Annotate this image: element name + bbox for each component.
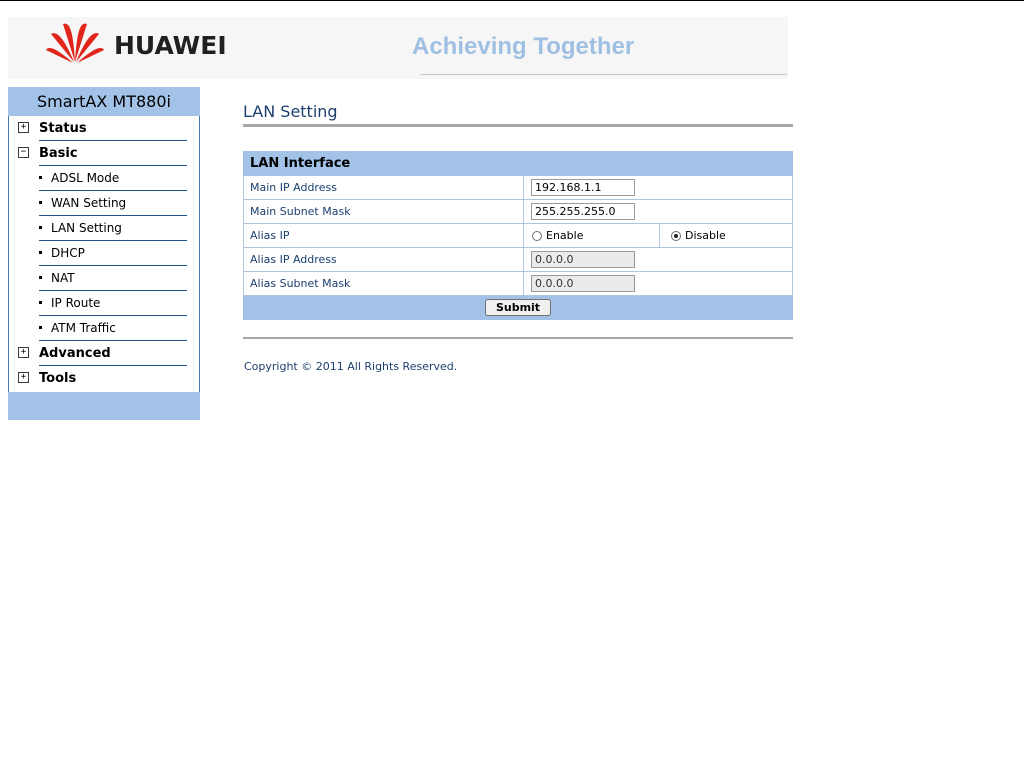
plus-box-icon[interactable]: + [18,347,29,358]
lan-interface-form: LAN Interface Main IP Address Main Subne… [243,151,793,320]
form-row-alias-ip: Alias IP Enable Disable [243,223,793,248]
radio-enable-label: Enable [546,229,584,242]
main-ip-address-input[interactable] [531,179,635,196]
bullet-icon [39,176,42,179]
bullet-icon [39,276,42,279]
sidebar-item-label: Tools [39,371,77,386]
sidebar-subitem-lan-setting[interactable]: LAN Setting [39,216,187,241]
sidebar-subitem-label: DHCP [51,246,85,260]
page-title: LAN Setting [243,102,338,121]
sidebar-item-basic[interactable]: − Basic [18,141,187,166]
title-divider [243,124,793,127]
bullet-icon [39,326,42,329]
field-label: Alias IP [243,223,524,248]
sidebar-subitem-ip-route[interactable]: IP Route [39,291,187,316]
brand-name: HUAWEI [114,31,227,60]
field-label: Alias IP Address [243,247,524,272]
alias-enable-option[interactable]: Enable [532,229,659,242]
sidebar-item-label: Basic [39,146,78,161]
field-label: Main IP Address [243,175,524,200]
sidebar-subitem-wan-setting[interactable]: WAN Setting [39,191,187,216]
form-row-main-ip: Main IP Address [243,175,793,200]
radio-disable-label: Disable [685,229,726,242]
sidebar-subitem-atm-traffic[interactable]: ATM Traffic [39,316,187,341]
bullet-icon [39,226,42,229]
minus-box-icon[interactable]: − [18,147,29,158]
submit-row: Submit [243,295,793,320]
plus-box-icon[interactable]: + [18,372,29,383]
huawei-logo-icon [46,23,104,63]
main-subnet-mask-input[interactable] [531,203,635,220]
sidebar-subitem-label: NAT [51,271,75,285]
copyright-text: Copyright © 2011 All Rights Reserved. [244,360,458,373]
radio-enable[interactable] [532,230,542,241]
bullet-icon [39,201,42,204]
field-label: Alias Subnet Mask [243,271,524,296]
sidebar-item-status[interactable]: + Status [18,116,187,141]
bullet-icon [39,301,42,304]
submit-button[interactable]: Submit [484,299,552,316]
plus-box-icon[interactable]: + [18,122,29,133]
slogan-underline [420,74,787,75]
sidebar-subitem-label: IP Route [51,296,101,310]
sidebar-subitem-label: LAN Setting [51,221,122,235]
sidebar-subitem-label: ATM Traffic [51,321,116,335]
sidebar-subitem-dhcp[interactable]: DHCP [39,241,187,266]
sidebar-item-label: Status [39,121,87,136]
form-row-main-mask: Main Subnet Mask [243,199,793,224]
form-row-alias-mask: Alias Subnet Mask [243,271,793,296]
sidebar: SmartAX MT880i + Status − Basic ADSL Mod… [8,87,200,420]
section-header: LAN Interface [243,151,793,176]
alias-ip-address-input[interactable] [531,251,635,268]
alias-subnet-mask-input[interactable] [531,275,635,292]
sidebar-item-advanced[interactable]: + Advanced [18,341,187,366]
sidebar-item-tools[interactable]: + Tools [18,366,187,390]
sidebar-subitem-nat[interactable]: NAT [39,266,187,291]
field-label: Main Subnet Mask [243,199,524,224]
device-model-title: SmartAX MT880i [8,87,200,116]
radio-disable[interactable] [671,230,681,241]
form-row-alias-address: Alias IP Address [243,247,793,272]
sidebar-footer [8,392,200,420]
sidebar-subitem-adsl-mode[interactable]: ADSL Mode [39,166,187,191]
sidebar-item-label: Advanced [39,346,111,361]
sidebar-menu: + Status − Basic ADSL Mode WAN Setting L… [8,116,200,392]
sidebar-subitem-label: WAN Setting [51,196,127,210]
alias-disable-option[interactable]: Disable [671,229,792,242]
slogan: Achieving Together [412,33,635,60]
bullet-icon [39,251,42,254]
footer-divider [243,337,793,339]
header-banner: HUAWEI Achieving Together [8,17,788,79]
sidebar-subitem-label: ADSL Mode [51,171,120,185]
